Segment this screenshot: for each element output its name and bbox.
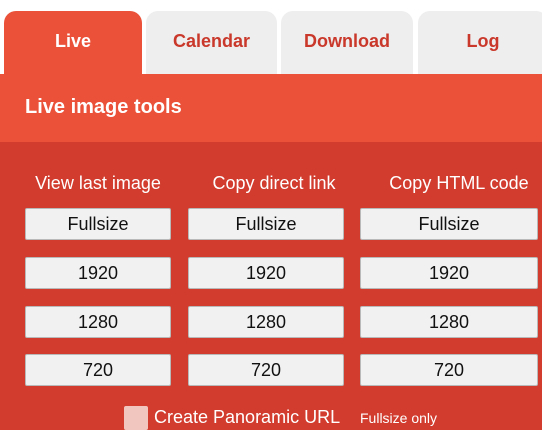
link-1280-button[interactable]: 1280 bbox=[188, 306, 344, 338]
tab-bar: Live Calendar Download Log bbox=[0, 0, 542, 74]
view-720-button[interactable]: 720 bbox=[25, 354, 171, 386]
tab-download[interactable]: Download bbox=[281, 11, 413, 74]
panoramic-url-note: Fullsize only bbox=[360, 410, 438, 426]
column-heading-html: Copy HTML code bbox=[389, 173, 529, 193]
tab-calendar[interactable]: Calendar bbox=[146, 11, 277, 74]
html-1280-button[interactable]: 1280 bbox=[360, 306, 538, 338]
html-1920-button[interactable]: 1920 bbox=[360, 257, 538, 289]
tab-live[interactable]: Live bbox=[4, 11, 142, 74]
html-720-button[interactable]: 720 bbox=[360, 354, 538, 386]
link-720-button[interactable]: 720 bbox=[188, 354, 344, 386]
view-1280-button[interactable]: 1280 bbox=[25, 306, 171, 338]
live-image-tools-panel: View last image Copy direct link Copy HT… bbox=[0, 142, 542, 430]
panel-title: Live image tools bbox=[25, 96, 182, 118]
panoramic-url-label[interactable]: Create Panoramic URL bbox=[154, 407, 340, 428]
column-heading-link: Copy direct link bbox=[212, 173, 336, 193]
view-1920-button[interactable]: 1920 bbox=[25, 257, 171, 289]
tab-log[interactable]: Log bbox=[418, 11, 542, 74]
panoramic-url-checkbox[interactable] bbox=[124, 406, 148, 430]
link-1920-button[interactable]: 1920 bbox=[188, 257, 344, 289]
panel-header: Live image tools bbox=[0, 74, 542, 142]
column-heading-view: View last image bbox=[35, 173, 161, 193]
link-fullsize-button[interactable]: Fullsize bbox=[188, 208, 344, 240]
html-fullsize-button[interactable]: Fullsize bbox=[360, 208, 538, 240]
view-fullsize-button[interactable]: Fullsize bbox=[25, 208, 171, 240]
